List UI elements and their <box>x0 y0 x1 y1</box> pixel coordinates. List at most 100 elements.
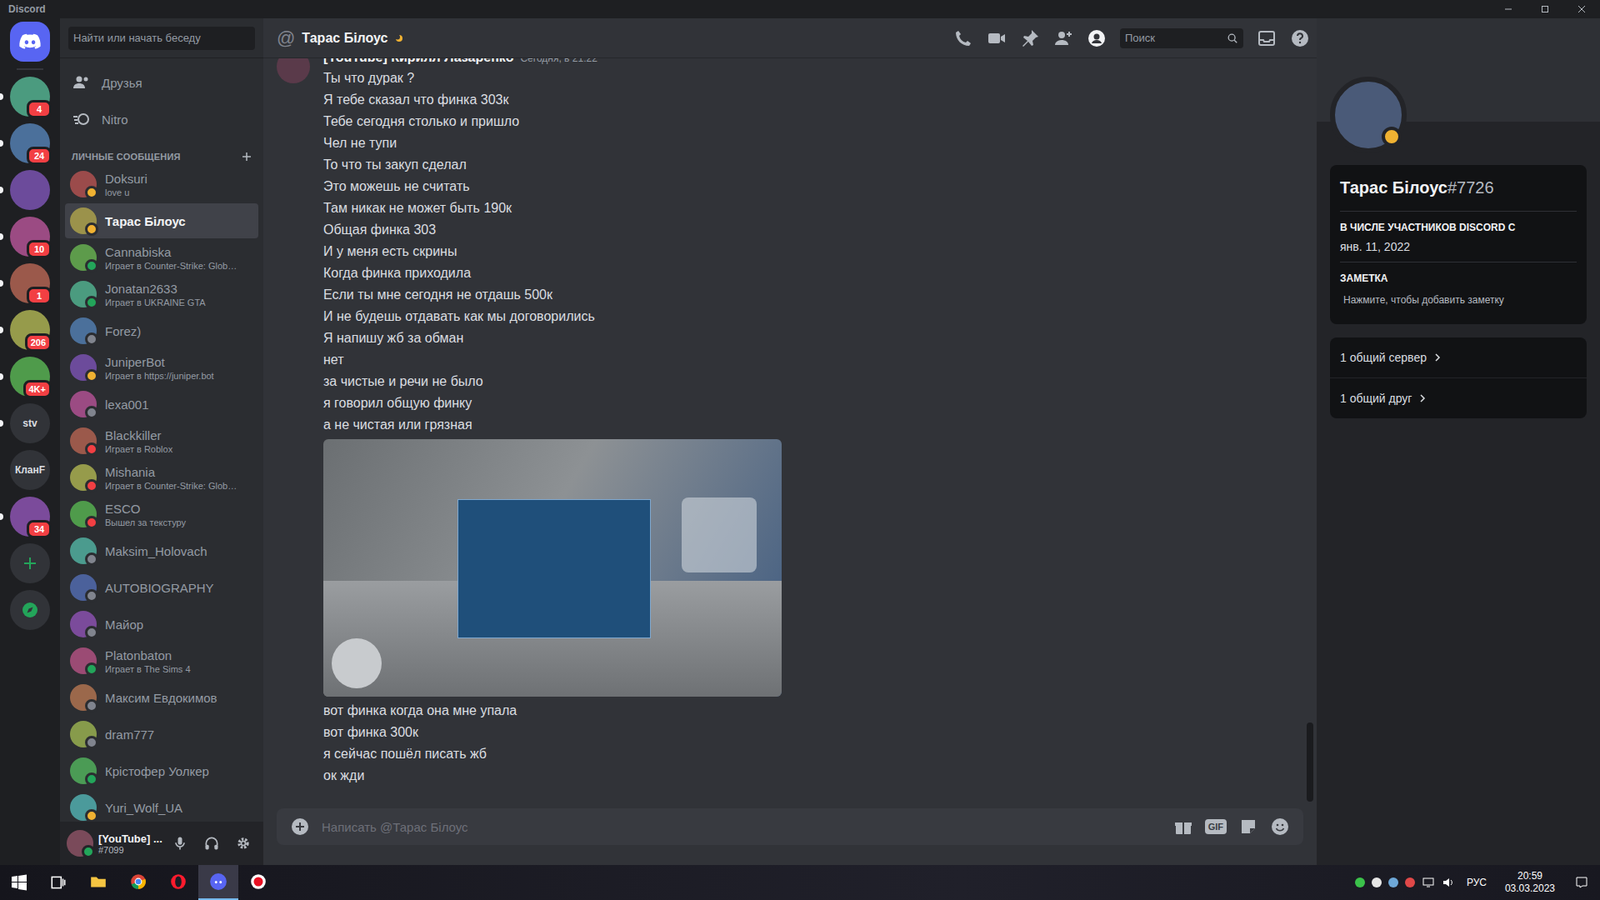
dm-item[interactable]: CannabiskaИграет в Counter-Strike: Glob… <box>65 240 259 275</box>
notifications-icon[interactable] <box>1568 875 1595 890</box>
close-icon[interactable] <box>1563 0 1600 19</box>
message: Я напишу жб за обман <box>323 327 1294 350</box>
search-field[interactable]: Поиск <box>1120 28 1244 49</box>
minimize-icon[interactable] <box>1490 0 1527 19</box>
input-language[interactable]: РУС <box>1461 876 1492 889</box>
maximize-icon[interactable] <box>1526 0 1564 19</box>
home-button[interactable] <box>10 21 50 62</box>
dm-item[interactable]: Yuri_Wolf_UA <box>65 790 259 822</box>
nav-item[interactable]: Друзья <box>65 65 259 100</box>
dm-name: Крістофер Уолкер <box>105 763 254 780</box>
sticker-icon[interactable] <box>1238 816 1259 837</box>
dm-avatar <box>70 500 97 528</box>
discord-window: Discord4241012064K+stvКланF34Найти или н… <box>0 0 1600 900</box>
idle-moon-icon <box>395 34 404 43</box>
server-item[interactable]: 1 <box>0 263 60 304</box>
task-view-icon[interactable] <box>38 865 79 900</box>
dm-activity: Вышел за текстуру <box>105 516 254 529</box>
dm-search[interactable]: Найти или начать беседу <box>68 26 255 50</box>
network-icon[interactable] <box>1421 875 1435 890</box>
message: То что ты закуп сделал <box>323 154 1294 176</box>
dm-avatar <box>70 464 97 491</box>
chevron-right-icon <box>1418 394 1427 403</box>
note-field[interactable]: Нажмите, чтобы добавить заметку <box>1340 290 1577 310</box>
dm-item[interactable]: JuniperBotИграет в https://juniper.bot <box>65 350 259 385</box>
server-item[interactable]: 4K+ <box>0 356 60 397</box>
microphone-icon[interactable] <box>166 830 194 857</box>
scrollbar[interactable] <box>1306 58 1314 809</box>
taskbar-app[interactable] <box>78 865 119 900</box>
dm-item[interactable]: ESCOВышел за текстуру <box>65 496 259 532</box>
mutual-item[interactable]: 1 общий друг <box>1330 378 1587 419</box>
server-icon: stv <box>10 403 50 444</box>
dm-item[interactable]: MishaniaИграет в Counter-Strike: Glob… <box>65 460 259 495</box>
server-item[interactable]: 10 <box>0 216 60 257</box>
add-server-button[interactable] <box>10 543 50 584</box>
video-call-icon[interactable] <box>986 28 1007 49</box>
explore-button[interactable] <box>10 590 50 630</box>
status-dot <box>85 662 99 676</box>
server-item[interactable]: 206 <box>0 310 60 350</box>
pin-icon[interactable] <box>1020 28 1040 49</box>
taskbar-app[interactable] <box>158 865 199 900</box>
add-friend-icon[interactable] <box>1053 28 1074 49</box>
status-dot <box>85 735 99 750</box>
dm-name: AUTOBIOGRAPHY <box>105 580 254 596</box>
voice-call-icon[interactable] <box>953 28 974 49</box>
dm-item[interactable]: Doksurilove u <box>65 166 259 202</box>
dm-item[interactable]: Майор <box>65 606 259 642</box>
tray-app-icon[interactable] <box>1405 877 1415 888</box>
author-avatar[interactable] <box>276 58 310 84</box>
mutual-item[interactable]: 1 общий сервер <box>1330 337 1587 379</box>
friends-icon <box>71 72 92 93</box>
gear-icon[interactable] <box>230 830 257 857</box>
server-item[interactable]: КланF <box>0 450 60 490</box>
dm-item[interactable]: Максим Евдокимов <box>65 680 259 715</box>
tray-app-icon[interactable] <box>1371 877 1382 888</box>
server-item[interactable]: 4 <box>0 76 60 117</box>
dm-item[interactable]: lexa001 <box>65 386 259 422</box>
volume-icon[interactable] <box>1441 875 1455 890</box>
tray-app-icon[interactable] <box>1355 877 1365 888</box>
dm-item[interactable]: Тарас Білоус <box>65 203 259 239</box>
create-dm-icon[interactable] <box>241 151 252 162</box>
gift-icon[interactable] <box>1173 816 1194 837</box>
attach-plus-icon[interactable] <box>290 816 310 837</box>
image-attachment[interactable] <box>323 439 782 697</box>
tray-app-icon[interactable] <box>1388 877 1399 888</box>
server-item[interactable]: 24 <box>0 123 60 164</box>
dm-sidebar: Найти или начать беседу ДрузьяNitroЛИЧНЫЕ… <box>60 18 264 865</box>
headphones-icon[interactable] <box>198 830 225 857</box>
dm-section-header: ЛИЧНЫЕ СООБЩЕНИЯ <box>65 138 259 167</box>
server-item[interactable]: 34 <box>0 496 60 537</box>
dm-item[interactable]: AUTOBIOGRAPHY <box>65 570 259 605</box>
taskbar-app[interactable] <box>198 865 239 900</box>
dm-avatar <box>70 574 97 601</box>
dm-item[interactable]: dram777 <box>65 716 259 752</box>
dm-item[interactable]: Forez) <box>65 313 259 349</box>
clock[interactable]: 20:5903.03.2023 <box>1498 870 1562 895</box>
server-item[interactable] <box>0 170 60 210</box>
dm-item[interactable]: Maksim_Holovach <box>65 533 259 569</box>
chrome-icon <box>118 864 159 900</box>
user-avatar[interactable] <box>66 830 94 857</box>
mention-badge: 10 <box>26 240 52 259</box>
profile-icon[interactable] <box>1086 28 1107 49</box>
help-icon[interactable] <box>1290 28 1310 49</box>
message-input[interactable]: Написать @Тарас БілоусGIF <box>276 808 1304 845</box>
inbox-icon[interactable] <box>1256 28 1277 49</box>
windows-start-icon[interactable] <box>0 865 39 900</box>
dm-item[interactable]: BlackkillerИграет в Roblox <box>65 423 259 459</box>
dm-item[interactable]: Jonatan2633Играет в UKRAINE GTA <box>65 276 259 312</box>
dm-item[interactable]: Крістофер Уолкер <box>65 753 259 789</box>
emoji-icon[interactable] <box>1270 816 1290 837</box>
unread-indicator <box>0 513 4 520</box>
profile-avatar <box>1330 76 1407 154</box>
nav-item[interactable]: Nitro <box>65 101 259 137</box>
taskbar-app[interactable] <box>118 865 159 900</box>
taskbar-app[interactable] <box>238 865 279 900</box>
gif-button[interactable]: GIF <box>1205 819 1227 835</box>
server-item[interactable]: stv <box>0 403 60 444</box>
dm-item[interactable]: PlatonbatonИграет в The Sims 4 <box>65 643 259 679</box>
author-name[interactable]: [YouTube] Кирилл Лазаренко <box>323 58 514 67</box>
